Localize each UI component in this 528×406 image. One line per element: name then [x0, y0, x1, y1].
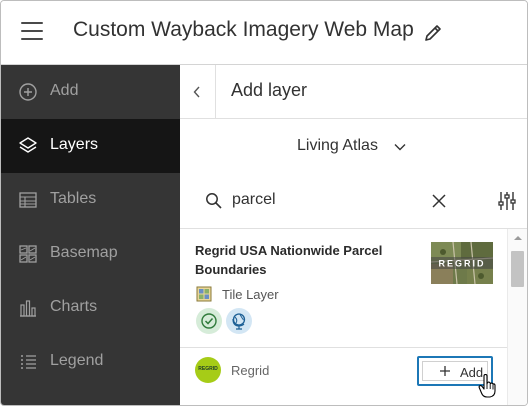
owner-logo-text: REGRID — [198, 366, 218, 372]
map-title: Custom Wayback Imagery Web Map — [73, 18, 414, 41]
sidebar-item-layers[interactable]: Layers — [1, 119, 180, 173]
add-circle-icon — [19, 83, 37, 101]
owner-logo: REGRID — [195, 357, 221, 383]
tile-layer-icon — [196, 286, 212, 302]
authoritative-icon — [201, 313, 217, 329]
thumbnail-text: REGRID — [438, 259, 485, 269]
layer-type-label: Tile Layer — [222, 287, 279, 302]
table-icon — [19, 192, 37, 208]
panel-header: Add layer — [180, 65, 527, 119]
divider — [180, 347, 507, 348]
chevron-left-icon — [193, 86, 200, 98]
sidebar-item-label: Legend — [50, 352, 104, 369]
layers-icon — [19, 137, 37, 153]
sidebar-item-label: Tables — [50, 190, 97, 207]
search-bar — [180, 173, 527, 229]
add-button-inner: Add — [422, 361, 488, 381]
sidebar-item-label: Charts — [50, 298, 98, 315]
add-button-label: Add — [460, 365, 484, 380]
scrollbar-thumb[interactable] — [511, 251, 524, 287]
sidebar-item-label: Layers — [50, 136, 99, 153]
layer-thumbnail[interactable]: REGRID — [431, 242, 493, 284]
add-layer-panel: Add layer Living Atlas parcel Regrid USA… — [180, 65, 527, 405]
legend-icon — [21, 355, 36, 369]
close-icon[interactable] — [430, 192, 448, 210]
layer-title[interactable]: Regrid USA Nationwide Parcel Boundaries — [195, 241, 425, 279]
app-header: Custom Wayback Imagery Web Map — [1, 1, 527, 65]
source-selected-value: Living Atlas — [297, 137, 378, 154]
back-button[interactable] — [180, 65, 216, 118]
filter-settings-icon[interactable] — [497, 190, 517, 212]
sidebar: Add Layers Tables Basemap Charts Legend — [1, 65, 180, 405]
charts-icon — [20, 300, 36, 317]
sidebar-item-tables[interactable]: Tables — [1, 173, 180, 227]
authoritative-badge — [196, 308, 222, 334]
add-layer-button[interactable]: Add — [417, 356, 493, 386]
sidebar-item-legend[interactable]: Legend — [1, 335, 180, 389]
basemap-icon — [19, 245, 37, 263]
app-window: Custom Wayback Imagery Web Map Add Layer… — [0, 0, 528, 406]
sidebar-item-label: Basemap — [50, 244, 118, 261]
plus-icon — [440, 366, 450, 376]
scroll-up-arrow-icon[interactable] — [513, 235, 523, 241]
search-input[interactable] — [232, 188, 412, 212]
living-atlas-icon — [232, 313, 246, 330]
sidebar-item-basemap[interactable]: Basemap — [1, 227, 180, 281]
search-icon — [206, 193, 222, 209]
living-atlas-badge — [226, 308, 252, 334]
source-dropdown[interactable]: Living Atlas — [180, 119, 527, 173]
sidebar-item-charts[interactable]: Charts — [1, 281, 180, 335]
owner-name[interactable]: Regrid — [231, 363, 269, 378]
results-scrollbar[interactable] — [507, 229, 527, 405]
pencil-icon[interactable] — [423, 23, 443, 43]
chevron-down-icon — [394, 144, 406, 151]
result-card: Regrid USA Nationwide Parcel Boundaries … — [180, 229, 507, 405]
panel-title: Add layer — [231, 80, 308, 100]
sidebar-item-label: Add — [50, 82, 79, 99]
menu-icon[interactable] — [21, 22, 43, 42]
aerial-thumbnail-image: REGRID — [431, 242, 493, 284]
sidebar-item-add[interactable]: Add — [1, 65, 180, 119]
